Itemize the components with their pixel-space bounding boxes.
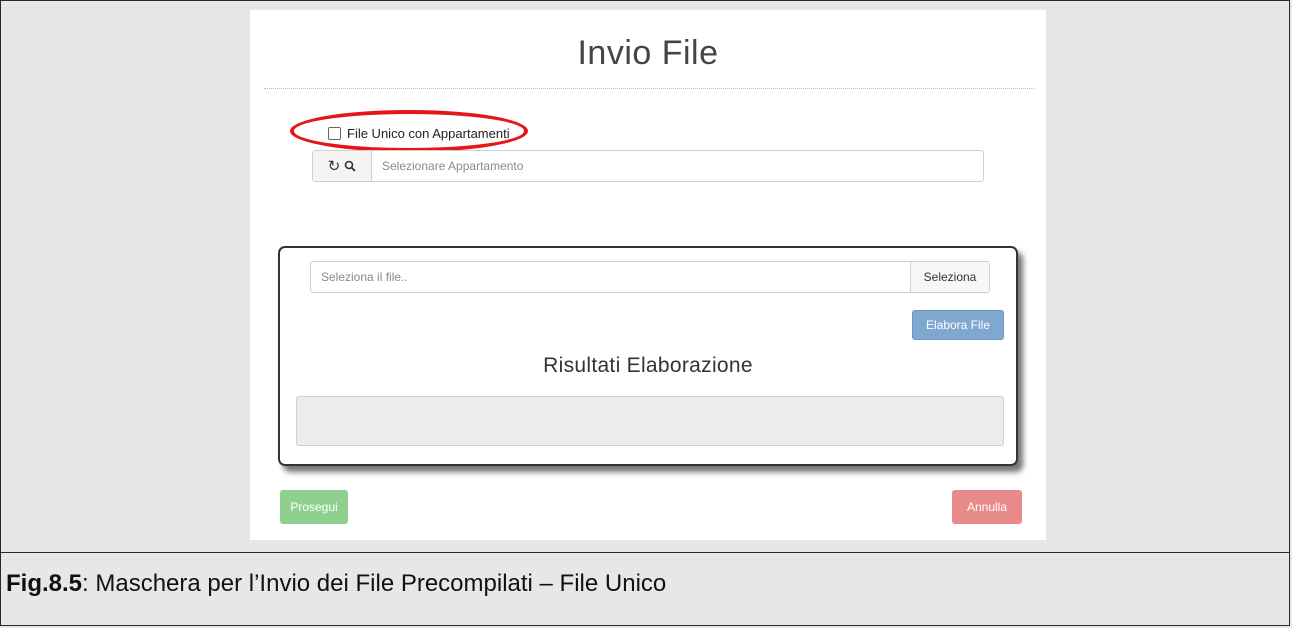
file-unico-label: File Unico con Appartamenti [347, 125, 510, 141]
caption-text: : Maschera per l’Invio dei File Precompi… [82, 570, 667, 597]
refresh-icon[interactable]: ↻ [328, 157, 341, 175]
cancel-button[interactable]: Annulla [952, 490, 1022, 524]
invio-file-panel: Invio File File Unico con Appartamenti ↻… [250, 10, 1046, 540]
file-unico-checkbox-row[interactable]: File Unico con Appartamenti [328, 122, 510, 144]
upload-card: Seleziona il file.. Seleziona Elabora Fi… [278, 246, 1018, 466]
caption-divider [0, 552, 1290, 553]
process-file-button[interactable]: Elabora File [912, 310, 1004, 340]
file-input[interactable]: Seleziona il file.. [311, 262, 910, 292]
figure-caption: Fig.8.5: Maschera per l’Invio dei File P… [6, 570, 666, 598]
title-divider [264, 88, 1034, 89]
file-unico-checkbox[interactable] [328, 126, 341, 140]
apartment-input[interactable]: Selezionare Appartamento [372, 151, 983, 181]
select-file-button[interactable]: Seleziona [910, 262, 989, 292]
caption-label: Fig.8.5 [6, 570, 83, 597]
search-icon[interactable] [344, 160, 356, 172]
proceed-button[interactable]: Prosegui [280, 490, 348, 524]
file-picker[interactable]: Seleziona il file.. Seleziona [310, 261, 990, 293]
page-title: Invio File [577, 34, 719, 72]
results-box [296, 396, 1004, 446]
apartment-select[interactable]: ↻ Selezionare Appartamento [312, 150, 984, 182]
results-title: Risultati Elaborazione [543, 354, 753, 377]
apartment-addon: ↻ [313, 151, 372, 181]
